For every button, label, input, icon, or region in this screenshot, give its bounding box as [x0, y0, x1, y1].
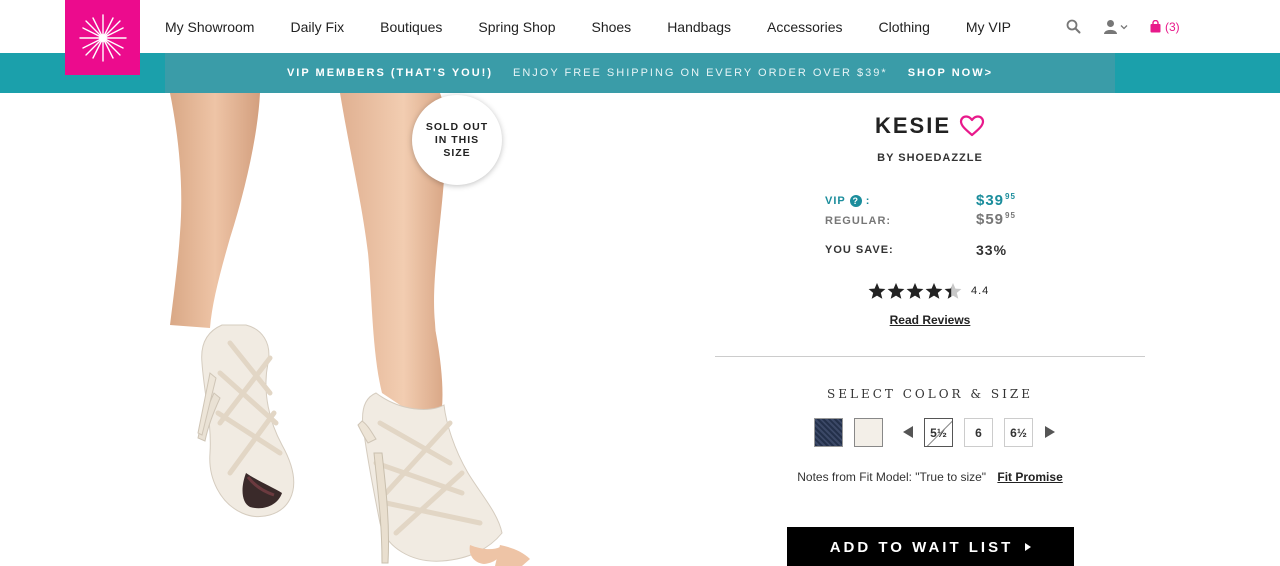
sold-out-line-3: SIZE	[443, 146, 471, 159]
product-brand: BY SHOEDAZZLE	[877, 152, 983, 164]
size-option-selected[interactable]: 5½	[924, 418, 953, 447]
shop-now-link[interactable]: SHOP NOW>	[908, 67, 993, 79]
main-nav: My Showroom Daily Fix Boutiques Spring S…	[147, 0, 1029, 53]
star-icon	[944, 283, 962, 299]
divider	[715, 356, 1145, 357]
select-color-size-title: SELECT COLOR & SIZE	[827, 387, 1033, 401]
read-reviews-link[interactable]: Read Reviews	[715, 313, 1145, 327]
bag-count: (3)	[1165, 19, 1180, 34]
nav-spring-shop[interactable]: Spring Shop	[460, 19, 573, 35]
color-swatch-denim[interactable]	[814, 418, 843, 447]
account-button[interactable]	[1103, 19, 1128, 34]
regular-price-dollars: $59	[976, 211, 1005, 228]
fit-notes: Notes from Fit Model: "True to size" Fit…	[715, 470, 1145, 484]
star-icon	[887, 283, 905, 299]
sparkle-logo-icon	[78, 13, 127, 62]
nav-accessories[interactable]: Accessories	[749, 19, 860, 35]
fit-model-notes: Notes from Fit Model: "True to size"	[797, 470, 987, 484]
chevron-down-icon	[1120, 24, 1128, 29]
color-swatch-cream[interactable]	[854, 418, 883, 447]
rating-value: 4.4	[971, 285, 990, 297]
nav-clothing[interactable]: Clothing	[860, 19, 947, 35]
nav-my-vip[interactable]: My VIP	[948, 19, 1029, 35]
regular-price-label: REGULAR:	[825, 215, 892, 227]
fit-promise-link[interactable]: Fit Promise	[997, 470, 1062, 484]
product-title: KESIE	[874, 113, 952, 138]
regular-price-cents: 95	[1005, 211, 1016, 220]
top-navigation: My Showroom Daily Fix Boutiques Spring S…	[0, 0, 1280, 75]
vip-price-dollars: $39	[976, 192, 1005, 209]
shopping-bag-icon	[1150, 20, 1161, 33]
promo-vip-text: VIP MEMBERS (THAT'S YOU!)	[286, 67, 493, 79]
vip-label-text: VIP	[825, 195, 846, 207]
star-icon	[925, 283, 943, 299]
promo-banner: VIP MEMBERS (THAT'S YOU!) ENJOY FREE SHI…	[165, 53, 1115, 93]
promo-bar: VIP MEMBERS (THAT'S YOU!) ENJOY FREE SHI…	[0, 53, 1280, 93]
shopping-bag-button[interactable]: (3)	[1150, 20, 1180, 34]
vip-price-label: VIP ? :	[825, 195, 870, 207]
help-icon[interactable]: ?	[849, 195, 862, 207]
sold-out-line-2: IN THIS	[434, 133, 480, 146]
sold-out-text: SOLD OUT IN THIS SIZE	[426, 121, 488, 160]
savings-label: YOU SAVE:	[825, 244, 894, 256]
nav-my-showroom[interactable]: My Showroom	[147, 19, 272, 35]
search-icon	[1066, 19, 1081, 34]
sold-out-line-1: SOLD OUT	[425, 120, 489, 133]
wait-list-label: ADD TO WAIT LIST	[829, 538, 1014, 556]
play-arrow-icon	[1025, 543, 1032, 551]
regular-price: $5995	[976, 211, 1016, 228]
stars	[868, 282, 963, 300]
nav-shoes[interactable]: Shoes	[573, 19, 649, 35]
nav-daily-fix[interactable]: Daily Fix	[272, 19, 362, 35]
favorite-button[interactable]	[959, 115, 985, 137]
vip-price: $3995	[976, 192, 1016, 209]
savings-value: 33%	[976, 242, 1008, 258]
star-rating: 4.4	[868, 282, 989, 300]
title-row: KESIE	[715, 113, 1145, 139]
product-photo	[170, 93, 530, 566]
nav-boutiques[interactable]: Boutiques	[362, 19, 460, 35]
size-next-arrow-icon[interactable]	[1045, 426, 1055, 438]
heart-icon	[959, 115, 985, 137]
nav-handbags[interactable]: Handbags	[649, 19, 749, 35]
star-icon	[906, 283, 924, 299]
search-button[interactable]	[1066, 19, 1081, 34]
size-prev-arrow-icon[interactable]	[903, 426, 913, 438]
add-to-wait-list-button[interactable]: ADD TO WAIT LIST	[787, 527, 1074, 566]
size-option[interactable]: 6	[964, 418, 993, 447]
logo[interactable]	[65, 0, 140, 75]
vip-label-colon: :	[865, 195, 871, 207]
user-icon	[1104, 20, 1117, 34]
star-icon	[868, 283, 886, 299]
vip-price-cents: 95	[1005, 192, 1016, 201]
size-option[interactable]: 6½	[1004, 418, 1033, 447]
product-image[interactable]	[150, 93, 630, 566]
sold-out-badge: SOLD OUT IN THIS SIZE	[412, 95, 502, 185]
promo-shipping-text: ENJOY FREE SHIPPING ON EVERY ORDER OVER …	[512, 67, 888, 79]
nav-icons: (3)	[1060, 0, 1180, 53]
